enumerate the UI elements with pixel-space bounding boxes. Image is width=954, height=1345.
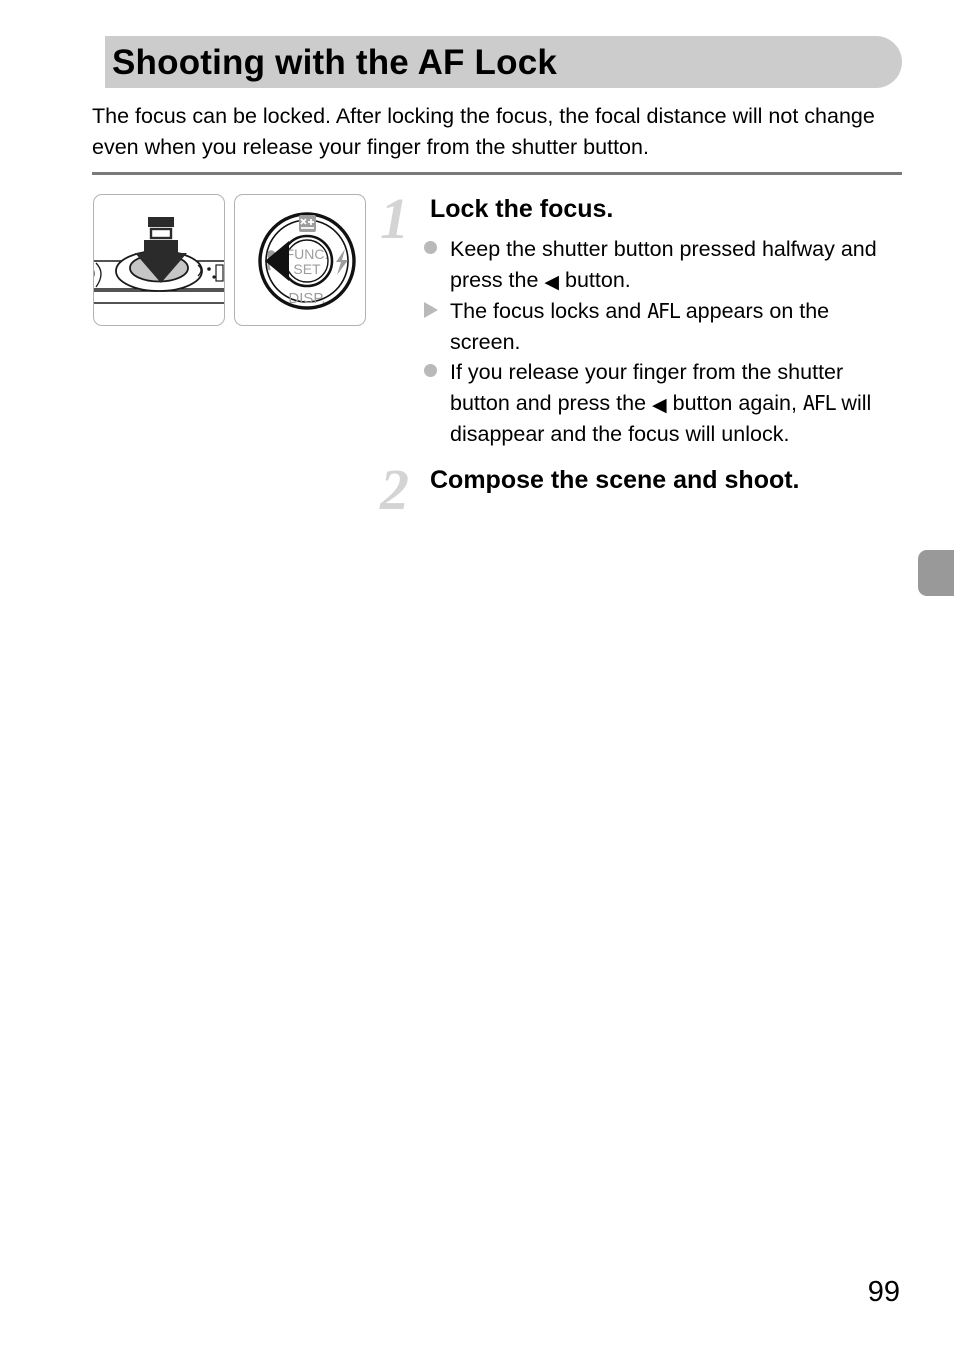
list-item: Keep the shutter button pressed halfway … [424, 234, 898, 296]
bullet-dot-icon [424, 357, 450, 377]
step-number-2: 2 [380, 457, 409, 522]
chapter-side-tab [918, 550, 954, 596]
bullet-text: If you release your finger from the shut… [450, 360, 872, 446]
list-item: The focus locks and AFL appears on the s… [424, 296, 898, 358]
page-number: 99 [867, 1276, 900, 1308]
step-heading-1: Lock the focus. [430, 195, 614, 223]
left-button-glyph: ◀ [652, 395, 667, 416]
bullet-text: The focus locks and AFL appears on the s… [450, 299, 830, 354]
dial-center-label-func: FUNC. [286, 246, 329, 262]
dial-label-disp: DISP. [288, 290, 325, 307]
camera-shutter-button-illustration [93, 194, 225, 326]
bullet-text: Keep the shutter button pressed halfway … [450, 237, 877, 293]
step-number-1: 1 [380, 186, 409, 251]
exposure-compensation-icon [299, 215, 316, 232]
control-dial-svg: FUNC. SET DISP. [258, 212, 356, 310]
bullet-dot-icon [424, 234, 450, 254]
bullet-triangle-icon [424, 296, 450, 318]
afl-indicator-glyph: AFL [802, 391, 837, 415]
page-title: Shooting with the AF Lock [112, 43, 558, 82]
shutter-illustration-svg [94, 217, 224, 304]
step-heading-2: Compose the scene and shoot. [430, 466, 800, 494]
afl-indicator-glyph: AFL [647, 299, 681, 323]
dial-center-label-set: SET [293, 261, 321, 277]
camera-control-dial-illustration: FUNC. SET DISP. [234, 194, 366, 326]
list-item: If you release your finger from the shut… [424, 357, 898, 450]
intro-paragraph: The focus can be locked. After locking t… [92, 104, 875, 159]
left-button-glyph: ◀ [544, 272, 560, 293]
header-divider-rule [92, 172, 902, 175]
